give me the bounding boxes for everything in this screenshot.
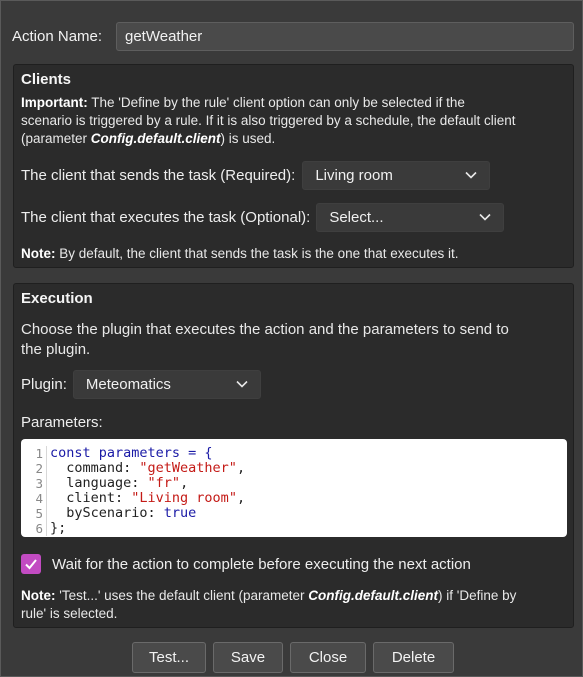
clients-title: Clients bbox=[21, 71, 72, 88]
code-line: 2 command: "getWeather", bbox=[21, 461, 567, 476]
sender-select[interactable]: Living room bbox=[302, 160, 491, 190]
important-line3b: ) is used. bbox=[220, 131, 276, 146]
plugin-select[interactable]: Meteomatics bbox=[72, 369, 261, 399]
execution-note-param: Config.default.client bbox=[308, 588, 439, 603]
code-punct: , bbox=[236, 490, 246, 506]
important-line1: The 'Define by the rule' client option c… bbox=[87, 95, 465, 110]
code-line: 1 const parameters = { bbox=[21, 446, 567, 461]
test-button[interactable]: Test... bbox=[132, 642, 206, 673]
code-key: byScenario: bbox=[50, 505, 164, 521]
important-line2: scenario is triggered by a rule. If it i… bbox=[21, 113, 516, 128]
action-name-input[interactable] bbox=[116, 22, 574, 51]
clients-note-text: By default, the client that sends the ta… bbox=[55, 246, 459, 261]
description-line2: the plugin. bbox=[21, 341, 91, 358]
code-boolean: true bbox=[163, 505, 197, 521]
code-key: language: bbox=[50, 475, 148, 491]
code-punct: , bbox=[180, 475, 189, 491]
execution-title: Execution bbox=[21, 290, 93, 307]
action-name-row: Action Name: bbox=[12, 21, 574, 52]
line-number: 5 bbox=[21, 506, 47, 521]
execution-note-label: Note: bbox=[21, 588, 56, 603]
button-bar: Test... Save Close Delete bbox=[1, 642, 583, 673]
sender-value: Living room bbox=[315, 166, 393, 184]
line-number: 1 bbox=[21, 446, 47, 461]
wait-checkbox[interactable] bbox=[21, 554, 41, 574]
execution-note-line2: rule' is selected. bbox=[21, 606, 118, 621]
code-key: command: bbox=[50, 460, 140, 476]
action-name-label: Action Name: bbox=[12, 28, 103, 45]
wait-row: Wait for the action to complete before e… bbox=[21, 553, 471, 575]
plugin-row: Plugin: Meteomatics bbox=[21, 369, 261, 399]
code-punct: , bbox=[236, 460, 246, 476]
execution-panel: Execution Choose the plugin that execute… bbox=[13, 283, 574, 628]
executor-row: The client that executes the task (Optio… bbox=[21, 202, 505, 232]
code-line: 5 byScenario: true bbox=[21, 506, 567, 521]
code-string: "Living room" bbox=[131, 490, 237, 506]
save-button[interactable]: Save bbox=[213, 642, 283, 673]
executor-label: The client that executes the task (Optio… bbox=[21, 208, 311, 226]
clients-important-text: Important: The 'Define by the rule' clie… bbox=[21, 94, 569, 148]
wait-label: Wait for the action to complete before e… bbox=[52, 555, 471, 573]
execution-description: Choose the plugin that executes the acti… bbox=[21, 320, 509, 360]
delete-button[interactable]: Delete bbox=[373, 642, 454, 673]
chevron-down-icon bbox=[236, 380, 248, 388]
close-button[interactable]: Close bbox=[290, 642, 366, 673]
important-label: Important: bbox=[21, 95, 88, 110]
plugin-value: Meteomatics bbox=[85, 375, 171, 393]
executor-value: Select... bbox=[329, 208, 384, 226]
chevron-down-icon bbox=[479, 213, 491, 221]
description-line1: Choose the plugin that executes the acti… bbox=[21, 321, 509, 338]
action-dialog: Action Name: Clients Important: The 'Def… bbox=[0, 0, 583, 677]
code-text: }; bbox=[50, 520, 67, 536]
important-param: Config.default.client bbox=[90, 131, 221, 146]
code-line: 6 }; bbox=[21, 521, 567, 536]
plugin-label: Plugin: bbox=[21, 375, 67, 393]
line-number: 4 bbox=[21, 491, 47, 506]
parameters-label: Parameters: bbox=[21, 414, 103, 431]
chevron-down-icon bbox=[465, 171, 477, 179]
line-number: 3 bbox=[21, 476, 47, 491]
executor-select[interactable]: Select... bbox=[316, 202, 505, 232]
clients-note-label: Note: bbox=[21, 246, 56, 261]
code-key: client: bbox=[50, 490, 132, 506]
code-line: 3 language: "fr", bbox=[21, 476, 567, 491]
sender-label: The client that sends the task (Required… bbox=[21, 166, 296, 184]
sender-row: The client that sends the task (Required… bbox=[21, 160, 491, 190]
important-line3a: (parameter bbox=[21, 131, 91, 146]
clients-panel: Clients Important: The 'Define by the ru… bbox=[13, 64, 574, 268]
code-string: "getWeather" bbox=[139, 460, 237, 476]
parameters-code-editor[interactable]: 1 const parameters = { 2 command: "getWe… bbox=[21, 439, 567, 537]
execution-note-line1b: ) if 'Define by bbox=[438, 588, 517, 603]
clients-note: Note: By default, the client that sends … bbox=[21, 245, 459, 263]
execution-note: Note: 'Test...' uses the default client … bbox=[21, 587, 569, 623]
code-keyword: const bbox=[50, 445, 91, 461]
line-number: 6 bbox=[21, 521, 47, 536]
parameters-label-row: Parameters: bbox=[21, 414, 103, 431]
code-text: parameters = { bbox=[90, 445, 213, 461]
execution-note-line1a: 'Test...' uses the default client (param… bbox=[55, 588, 309, 603]
code-string: "fr" bbox=[147, 475, 181, 491]
line-number: 2 bbox=[21, 461, 47, 476]
code-line: 4 client: "Living room", bbox=[21, 491, 567, 506]
checkmark-icon bbox=[25, 559, 37, 570]
